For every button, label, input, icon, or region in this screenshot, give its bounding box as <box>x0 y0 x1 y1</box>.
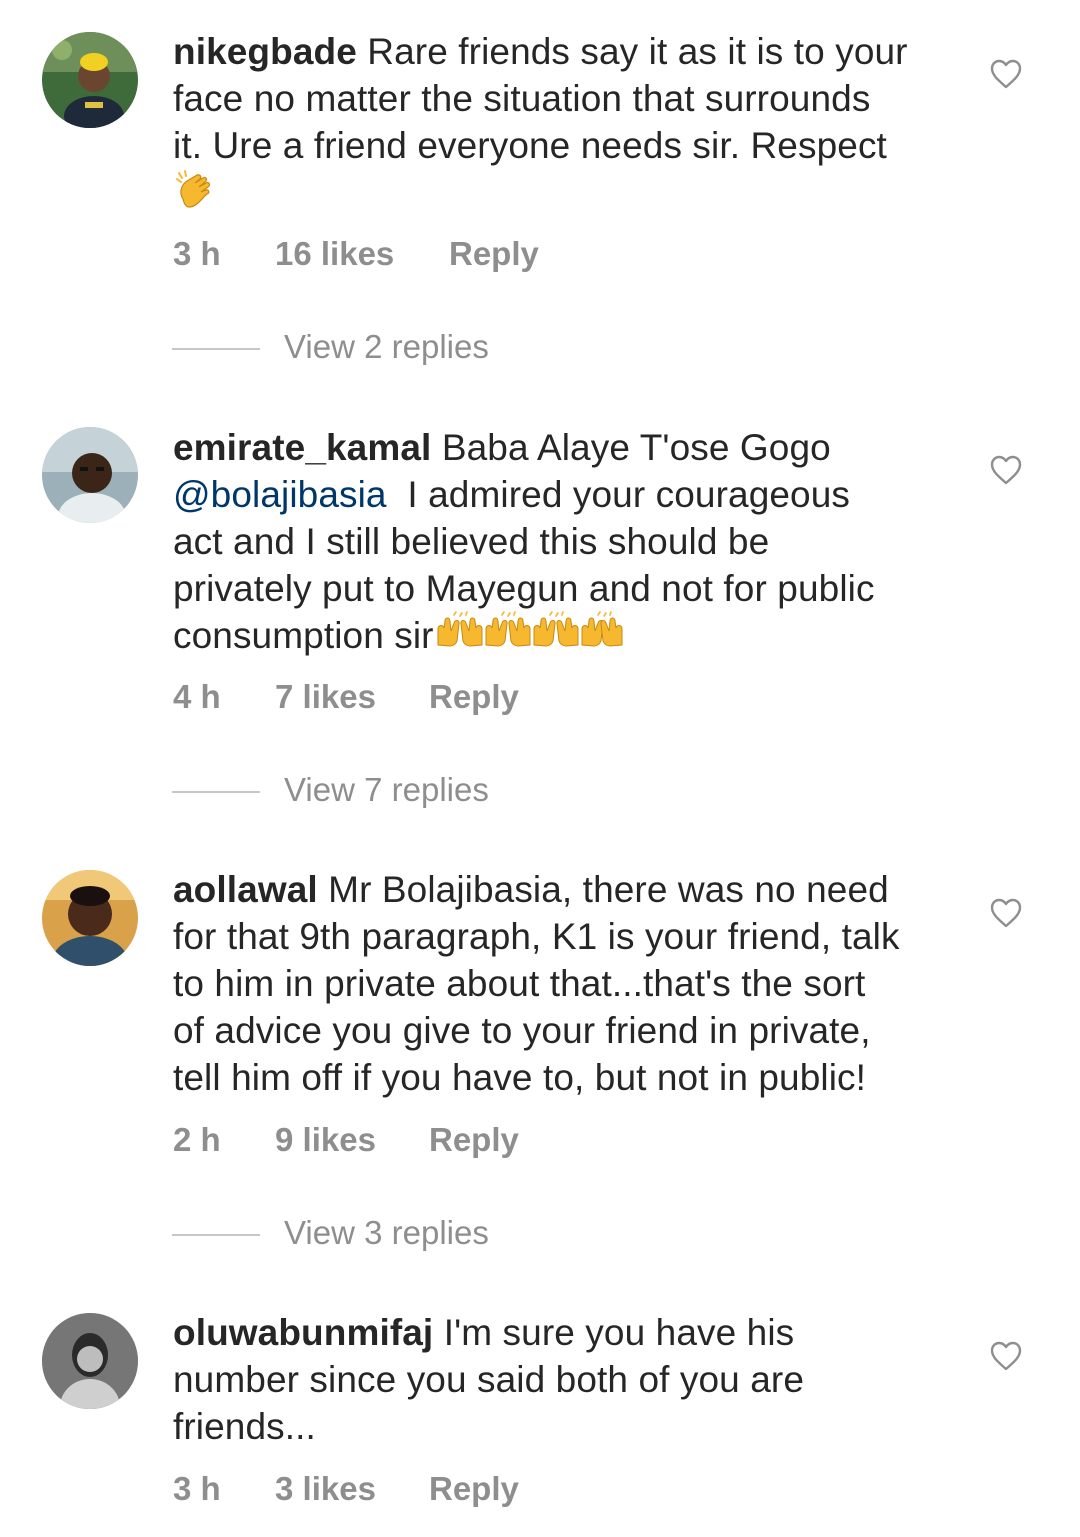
comment-text-segment: for that 9th paragraph, K1 is your frien… <box>173 916 900 957</box>
comment-text: aollawal Mr Bolajibasia, there was no ne… <box>173 866 963 1101</box>
comment-line: nikegbade Rare friends say it as it is t… <box>173 28 963 75</box>
avatar-emirate-kamal-image <box>42 427 138 523</box>
avatar-oluwabunmifaj[interactable] <box>42 1313 138 1409</box>
comment-line: aollawal Mr Bolajibasia, there was no ne… <box>173 866 963 913</box>
comment-text-segment: act and I still believed this should be <box>173 521 770 562</box>
comment-line: tell him off if you have to, but not in … <box>173 1054 963 1101</box>
comment-line: privately put to Mayegun and not for pub… <box>173 565 963 612</box>
mention-link[interactable]: @bolajibasia <box>173 474 387 515</box>
avatar-nikegbade[interactable] <box>42 32 138 128</box>
comment-line: it. Ure a friend everyone needs sir. Res… <box>173 122 963 169</box>
username[interactable]: oluwabunmifaj <box>173 1312 433 1353</box>
comment-text-segment: Mr Bolajibasia, there was no need <box>328 869 889 910</box>
comment-text-segment: consumption sir <box>173 615 434 656</box>
comment-line: emirate_kamal Baba Alaye T'ose Gogo <box>173 424 963 471</box>
username[interactable]: nikegbade <box>173 31 357 72</box>
like-heart-icon[interactable] <box>989 1340 1023 1372</box>
comment-line: oluwabunmifaj I'm sure you have his <box>173 1309 963 1356</box>
avatar-nikegbade-image <box>42 32 138 128</box>
timestamp: 3 h <box>173 235 221 272</box>
replies-divider <box>172 791 260 793</box>
reply-button[interactable]: Reply <box>449 235 539 273</box>
avatar-emirate-kamal[interactable] <box>42 427 138 523</box>
timestamp: 2 h <box>173 1121 221 1158</box>
comment-text-segment: friends... <box>173 1406 316 1447</box>
comment-text: nikegbade Rare friends say it as it is t… <box>173 28 963 216</box>
reply-button[interactable]: Reply <box>429 1470 519 1508</box>
avatar-aollawal[interactable] <box>42 870 138 966</box>
likes-count[interactable]: 3 likes <box>275 1470 376 1508</box>
comment-text-segment: of advice you give to your friend in pri… <box>173 1010 871 1051</box>
comment-text-segment: Baba Alaye T'ose Gogo <box>441 427 831 468</box>
likes-count[interactable]: 7 likes <box>275 678 376 716</box>
replies-divider <box>172 348 260 350</box>
comment-line: friends... <box>173 1403 963 1450</box>
comment-line: face no matter the situation that surrou… <box>173 75 963 122</box>
timestamp: 3 h <box>173 1470 221 1507</box>
comment-line: @bolajibasia I admired your courageous <box>173 471 963 518</box>
comment-text-segment: number since you said both of you are <box>173 1359 805 1400</box>
comment-line: of advice you give to your friend in pri… <box>173 1007 963 1054</box>
comment-line: to him in private about that...that's th… <box>173 960 963 1007</box>
likes-count[interactable]: 16 likes <box>275 235 394 273</box>
view-replies-label[interactable]: View 2 replies <box>284 328 489 366</box>
comment-text: oluwabunmifaj I'm sure you have his numb… <box>173 1309 963 1450</box>
view-replies-label[interactable]: View 7 replies <box>284 771 489 809</box>
likes-count[interactable]: 9 likes <box>275 1121 376 1159</box>
reply-button[interactable]: Reply <box>429 1121 519 1159</box>
comment-line: consumption sir <box>173 610 963 659</box>
username[interactable]: emirate_kamal <box>173 427 431 468</box>
replies-divider <box>172 1234 260 1236</box>
timestamp: 4 h <box>173 678 221 715</box>
comment-text-segment: privately put to Mayegun and not for pub… <box>173 568 875 609</box>
view-replies-label[interactable]: View 3 replies <box>284 1214 489 1252</box>
comment-line <box>173 169 963 216</box>
avatar-aollawal-image <box>42 870 138 966</box>
like-heart-icon[interactable] <box>989 897 1023 929</box>
comment-text-segment: to him in private about that...that's th… <box>173 963 866 1004</box>
raising-hands-emoji <box>434 610 624 658</box>
comment-text-segment: it. Ure a friend everyone needs sir. Res… <box>173 125 887 166</box>
like-heart-icon[interactable] <box>989 454 1023 486</box>
like-heart-icon[interactable] <box>989 58 1023 90</box>
comment-text: emirate_kamal Baba Alaye T'ose Gogo @bol… <box>173 424 963 659</box>
comment-text-segment: I'm sure you have his <box>443 1312 795 1353</box>
username[interactable]: aollawal <box>173 869 318 910</box>
comment-line: number since you said both of you are <box>173 1356 963 1403</box>
comment-line: for that 9th paragraph, K1 is your frien… <box>173 913 963 960</box>
comment-line: act and I still believed this should be <box>173 518 963 565</box>
clapping-hands-emoji <box>173 169 217 224</box>
comment-text-segment: I admired your courageous <box>386 474 851 515</box>
avatar-oluwabunmifaj-image <box>42 1313 138 1409</box>
comment-text-segment: tell him off if you have to, but not in … <box>173 1057 867 1098</box>
comment-text-segment: Rare friends say it as it is to your <box>367 31 908 72</box>
comment-text-segment: face no matter the situation that surrou… <box>173 78 871 119</box>
reply-button[interactable]: Reply <box>429 678 519 716</box>
